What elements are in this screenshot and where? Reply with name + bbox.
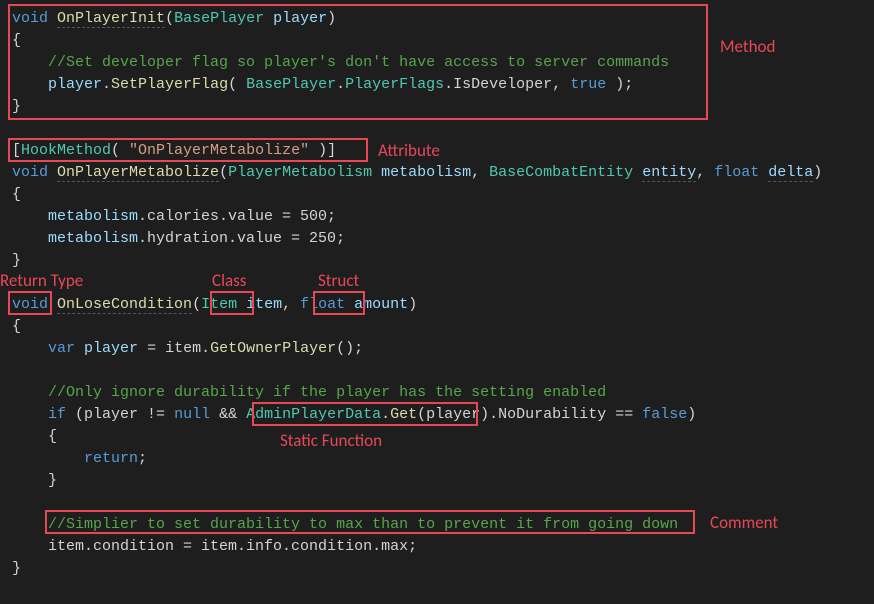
annotation-box-comment <box>45 510 695 534</box>
annotation-box-attribute <box>8 138 368 162</box>
annotation-box-static-function <box>252 402 478 426</box>
annotation-box-struct <box>313 291 365 315</box>
code-line: //Only ignore durability if the player h… <box>12 382 862 404</box>
comment: //Only ignore durability if the player h… <box>48 384 606 401</box>
code-line <box>12 118 862 140</box>
code-line: { <box>12 426 862 448</box>
annotation-box-class <box>210 291 254 315</box>
code-line: var player = item.GetOwnerPlayer(); <box>12 338 862 360</box>
annotation-label-comment: Comment <box>710 512 778 534</box>
annotation-label-struct: Struct <box>318 270 359 292</box>
code-line <box>12 360 862 382</box>
code-line: { <box>12 316 862 338</box>
code-line: item.condition = item.info.condition.max… <box>12 536 862 558</box>
code-line: { <box>12 184 862 206</box>
annotation-box-method <box>8 4 708 120</box>
annotation-label-method: Method <box>720 36 775 58</box>
code-line: return; <box>12 448 862 470</box>
code-line: void OnLoseCondition(Item item, float am… <box>12 294 862 316</box>
code-line: metabolism.calories.value = 500; <box>12 206 862 228</box>
annotation-label-static-function: Static Function <box>280 430 382 452</box>
code-line <box>12 272 862 294</box>
annotation-box-return-type <box>8 291 52 315</box>
code-line: void OnPlayerMetabolize(PlayerMetabolism… <box>12 162 862 184</box>
code-line: } <box>12 250 862 272</box>
annotation-label-attribute: Attribute <box>378 140 440 162</box>
code-line: } <box>12 558 862 580</box>
annotation-label-class: Class <box>212 270 246 292</box>
method-name: OnLoseCondition <box>57 296 192 314</box>
annotation-label-return-type: Return Type <box>0 270 83 292</box>
code-line: } <box>12 470 862 492</box>
method-name: OnPlayerMetabolize <box>57 164 219 182</box>
code-line: metabolism.hydration.value = 250; <box>12 228 862 250</box>
